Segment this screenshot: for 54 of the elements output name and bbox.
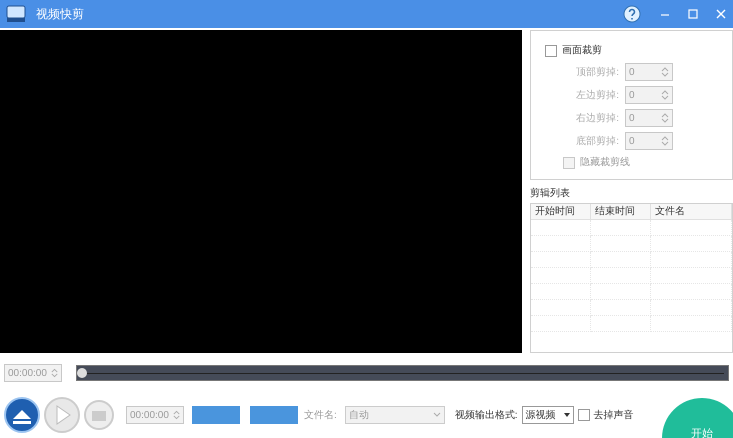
spinner-arrows-icon — [50, 366, 59, 380]
spin-field[interactable]: 00:00:00 — [4, 364, 62, 382]
format-dropdown[interactable]: 源视频 — [522, 406, 574, 424]
eject-button-icon[interactable] — [4, 397, 40, 433]
field-label: 底部剪掉: — [575, 134, 619, 148]
spinner-arrows-icon — [172, 408, 181, 422]
empty-table-cell — [531, 252, 591, 268]
spinner-arrows-icon — [660, 65, 670, 79]
help-icon[interactable] — [623, 5, 641, 23]
spin-field[interactable]: 0 — [625, 86, 673, 104]
format-label: 视频输出格式: — [454, 408, 518, 422]
empty-table-cell — [591, 236, 651, 252]
timeline-handle[interactable] — [77, 368, 87, 378]
caret-icon — [564, 413, 570, 417]
column-header[interactable]: 开始时间 — [531, 204, 591, 220]
crop-label: 画面裁剪 — [562, 44, 602, 58]
spin-field[interactable]: 0 — [625, 109, 673, 127]
mute-label: 去掉声音 — [594, 408, 634, 422]
checkbox[interactable] — [563, 156, 575, 168]
window-title: 视频快剪 — [36, 6, 85, 23]
spinner-arrows-icon — [660, 111, 670, 125]
hide-lines-label: 隐藏裁剪线 — [580, 156, 630, 170]
close-icon[interactable] — [715, 8, 727, 20]
spin-field[interactable]: 0 — [625, 63, 673, 81]
spin-field[interactable]: 0 — [625, 132, 673, 150]
column-header[interactable]: 文件名 — [651, 204, 732, 220]
field-label: 左边剪掉: — [575, 88, 619, 102]
empty-table-cell — [531, 268, 591, 284]
empty-table-cell — [591, 300, 651, 316]
empty-table-cell — [591, 316, 651, 332]
spin-field[interactable]: 00:00:00 — [126, 406, 184, 424]
filename-label: 文件名: — [304, 408, 337, 422]
empty-table-cell — [531, 284, 591, 300]
column-header[interactable]: 结束时间 — [591, 204, 651, 220]
mark-start-button[interactable] — [192, 406, 240, 424]
empty-table-cell — [591, 252, 651, 268]
spinner-arrows-icon — [660, 88, 670, 102]
empty-table-cell — [531, 316, 591, 332]
maximize-icon[interactable] — [687, 8, 699, 20]
field-label: 顶部剪掉: — [575, 66, 619, 80]
checkbox[interactable] — [578, 409, 590, 421]
filename-dropdown[interactable]: 自动 — [344, 406, 445, 424]
spinner-arrows-icon — [660, 134, 670, 148]
empty-table-cell — [591, 220, 651, 236]
empty-table-cell — [531, 220, 591, 236]
empty-table-cell — [591, 268, 651, 284]
field-label: 右边剪掉: — [575, 112, 619, 126]
empty-table-cell — [531, 236, 591, 252]
caret-icon — [432, 412, 441, 418]
empty-table-cell — [531, 300, 591, 316]
clip-list-title: 剪辑列表 — [530, 186, 571, 201]
empty-table-cell — [591, 284, 651, 300]
app-logo-icon — [6, 5, 26, 23]
checkbox[interactable] — [545, 44, 557, 56]
